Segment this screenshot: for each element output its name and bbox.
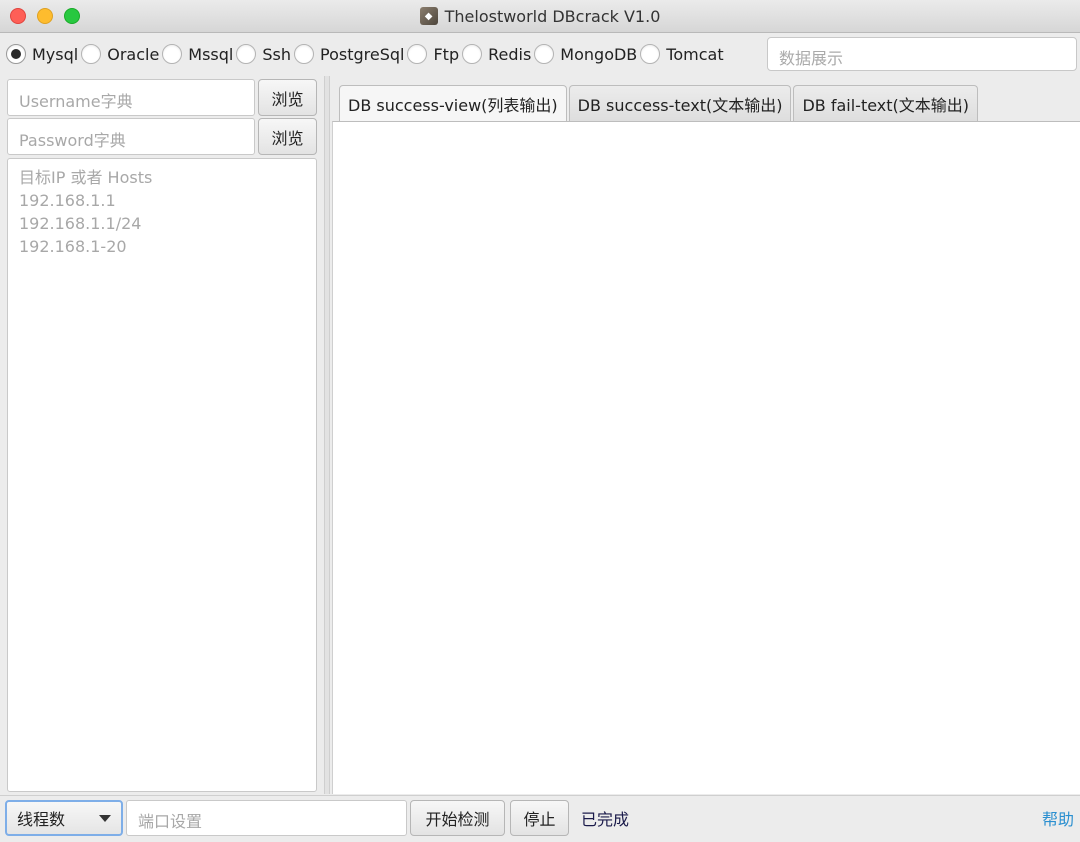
- browse-username-button[interactable]: 浏览: [258, 79, 317, 116]
- radio-button[interactable]: [462, 44, 483, 64]
- radio-button[interactable]: [294, 44, 314, 64]
- radio-button[interactable]: [640, 44, 661, 64]
- radio-label: Redis: [488, 44, 532, 64]
- radio-label: PostgreSql: [320, 44, 405, 64]
- tab-content-area[interactable]: [332, 121, 1080, 794]
- radio-label: Mssql: [188, 44, 234, 64]
- tab-label: DB success-text(文本输出): [577, 95, 783, 115]
- radio-ftp[interactable]: Ftp: [407, 39, 459, 69]
- window-title: Thelostworld DBcrack V1.0: [444, 6, 661, 26]
- left-panel: Username字典 浏览 Password字典 浏览 目标IP 或者 Host…: [0, 76, 322, 794]
- radio-postgresql[interactable]: PostgreSql: [294, 39, 404, 69]
- radio-label: Ssh: [262, 44, 291, 64]
- right-panel: DB success-view(列表输出) DB success-text(文本…: [331, 76, 1080, 794]
- title-wrap: ◆ Thelostworld DBcrack V1.0: [0, 0, 1080, 32]
- radio-mongodb[interactable]: MongoDB: [534, 39, 637, 69]
- radio-tomcat[interactable]: Tomcat: [640, 39, 724, 69]
- data-display-placeholder: 数据展示: [779, 49, 844, 68]
- chevron-down-icon: [99, 814, 111, 822]
- radio-button[interactable]: [236, 44, 257, 64]
- hosts-placeholder-line: 目标IP 或者 Hosts: [19, 168, 153, 187]
- bottom-toolbar: 线程数 端口设置 开始检测 停止 已完成 帮助: [0, 795, 1080, 842]
- thread-count-label: 线程数: [17, 810, 66, 829]
- thread-count-select[interactable]: 线程数: [5, 800, 123, 836]
- port-placeholder: 端口设置: [138, 812, 203, 831]
- radio-button[interactable]: [162, 44, 183, 64]
- hosts-placeholder-line: 192.168.1-20: [19, 237, 127, 256]
- start-label: 开始检测: [425, 810, 490, 829]
- radio-label: Oracle: [107, 44, 160, 64]
- radio-mssql[interactable]: Mssql: [162, 39, 233, 69]
- radio-mysql[interactable]: Mysql: [6, 39, 78, 69]
- status-text: 已完成: [581, 810, 630, 829]
- split-pane-divider[interactable]: [324, 76, 330, 794]
- radio-button[interactable]: [6, 44, 26, 64]
- tab-success-view[interactable]: DB success-view(列表输出): [339, 85, 567, 121]
- browse-label: 浏览: [271, 128, 304, 148]
- radio-label: Mysql: [32, 44, 79, 64]
- password-dict-input[interactable]: Password字典: [7, 118, 255, 155]
- radio-selected-dot: [11, 49, 21, 59]
- radio-label: Tomcat: [666, 44, 724, 64]
- result-tabs: DB success-view(列表输出) DB success-text(文本…: [339, 85, 980, 121]
- tab-success-text[interactable]: DB success-text(文本输出): [568, 85, 792, 121]
- browse-password-button[interactable]: 浏览: [258, 118, 317, 155]
- title-bar: ◆ Thelostworld DBcrack V1.0: [0, 0, 1080, 33]
- radio-ssh[interactable]: Ssh: [236, 39, 291, 69]
- tab-label: DB success-view(列表输出): [348, 95, 558, 115]
- radio-label: MongoDB: [560, 44, 638, 64]
- port-setting-input[interactable]: 端口设置: [126, 800, 407, 836]
- data-display-field[interactable]: 数据展示: [767, 37, 1077, 71]
- hosts-placeholder-line: 192.168.1.1: [19, 191, 116, 210]
- radio-button[interactable]: [534, 44, 555, 64]
- username-placeholder: Username字典: [19, 92, 133, 111]
- tab-label: DB fail-text(文本输出): [802, 95, 970, 115]
- stop-button[interactable]: 停止: [510, 800, 569, 836]
- username-dict-input[interactable]: Username字典: [7, 79, 255, 116]
- tab-fail-text[interactable]: DB fail-text(文本输出): [793, 85, 979, 121]
- app-icon: ◆: [419, 7, 438, 25]
- password-placeholder: Password字典: [19, 131, 126, 150]
- hosts-placeholder-line: 192.168.1.1/24: [19, 214, 142, 233]
- browse-label: 浏览: [271, 89, 304, 109]
- target-hosts-textarea[interactable]: 目标IP 或者 Hosts 192.168.1.1 192.168.1.1/24…: [7, 158, 317, 792]
- radio-label: Ftp: [433, 44, 460, 64]
- start-check-button[interactable]: 开始检测: [410, 800, 505, 836]
- radio-redis[interactable]: Redis: [462, 39, 531, 69]
- radio-button[interactable]: [81, 44, 102, 64]
- radio-oracle[interactable]: Oracle: [81, 39, 159, 69]
- radio-button[interactable]: [407, 44, 428, 64]
- help-link[interactable]: 帮助: [1042, 796, 1074, 840]
- stop-label: 停止: [523, 810, 556, 829]
